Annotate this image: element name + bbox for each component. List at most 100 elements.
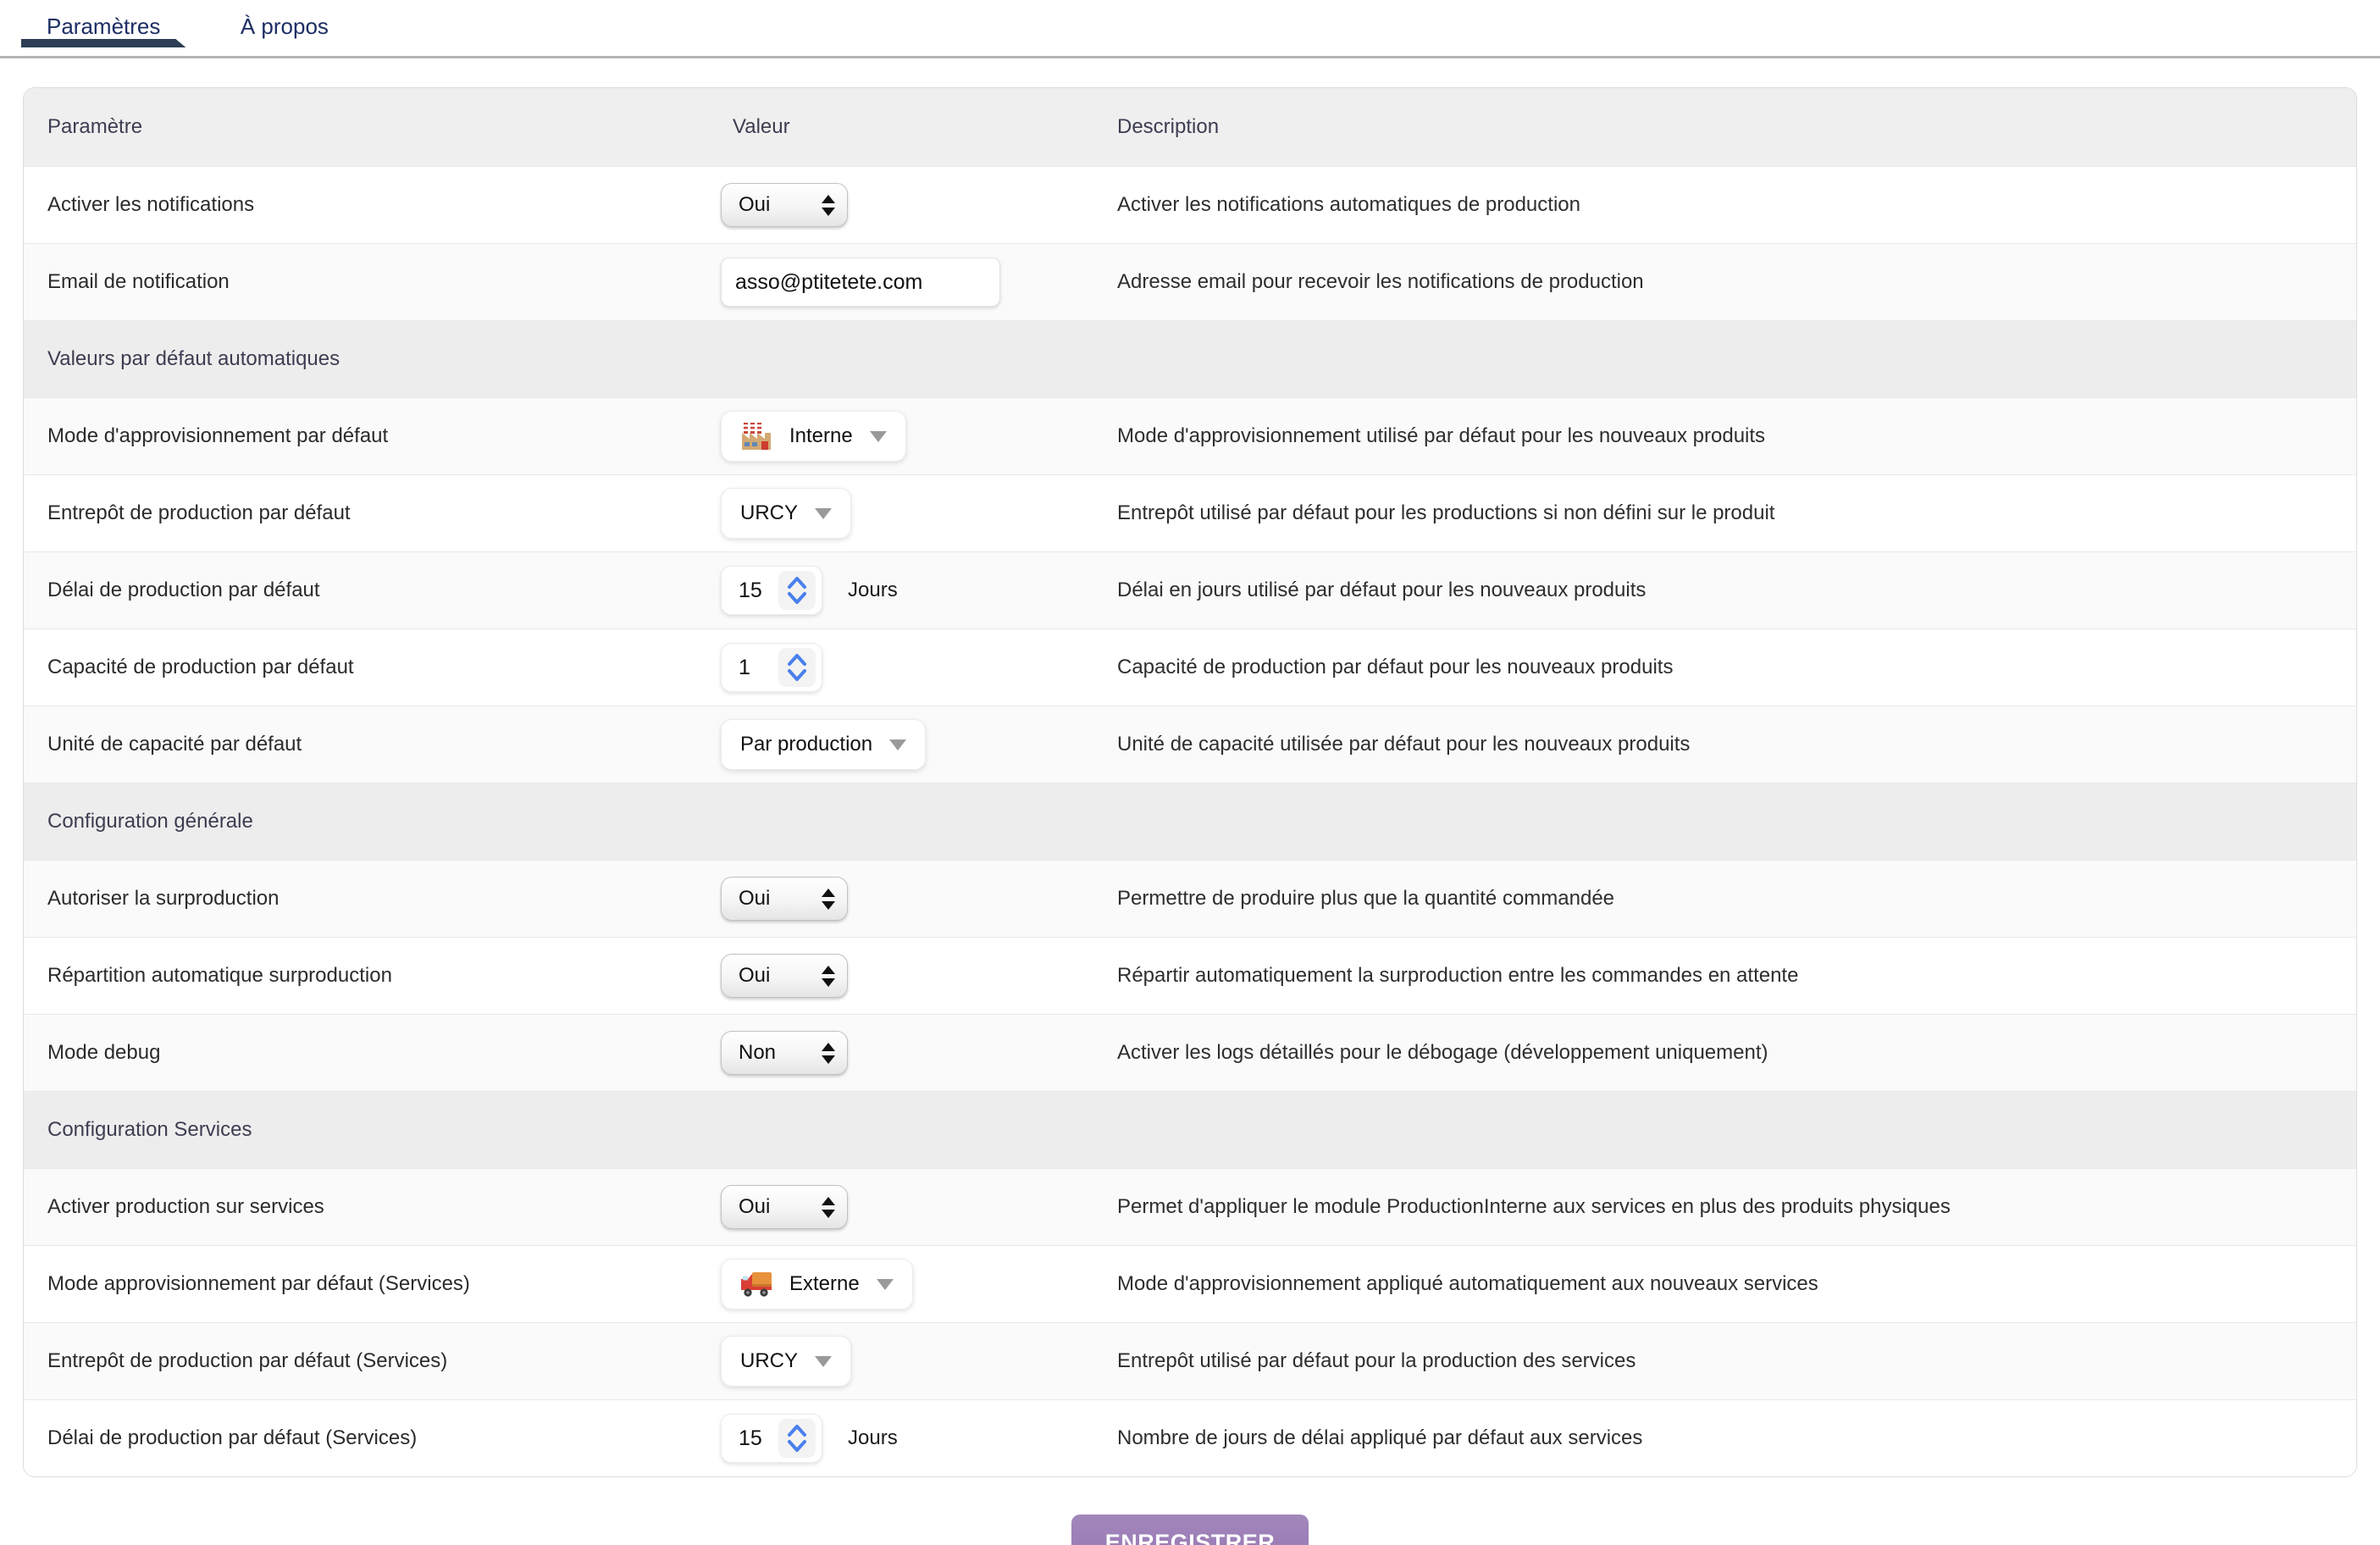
param-description: Activer les logs détaillés pour le débog… bbox=[1093, 1041, 2356, 1065]
select-value: Oui bbox=[739, 1195, 770, 1219]
param-label: Mode approvisionnement par défaut (Servi… bbox=[24, 1272, 709, 1296]
value-number-input[interactable]: 15 bbox=[721, 566, 822, 615]
tab-bar: Paramètres À propos bbox=[0, 0, 2380, 58]
table-row: Entrepôt de production par défaut URCY Ent… bbox=[24, 474, 2356, 551]
chevron-down-icon bbox=[870, 431, 887, 442]
param-description: Mode d'approvisionnement utilisé par déf… bbox=[1093, 424, 2356, 448]
section-title: Configuration générale bbox=[24, 810, 2356, 833]
section-row: Configuration Services bbox=[24, 1091, 2356, 1168]
table-header-row: Paramètre Valeur Description bbox=[24, 88, 2356, 166]
param-label: Entrepôt de production par défaut (Servi… bbox=[24, 1349, 709, 1373]
section-row: Configuration générale bbox=[24, 783, 2356, 860]
email-input[interactable] bbox=[721, 258, 1000, 307]
number-value: 15 bbox=[739, 579, 762, 603]
param-value-cell: Interne bbox=[709, 411, 1093, 462]
value-select[interactable]: Oui bbox=[721, 877, 848, 921]
select-value: Non bbox=[739, 1041, 776, 1065]
param-description: Délai en jours utilisé par défaut pour l… bbox=[1093, 579, 2356, 602]
param-value-cell: 1 bbox=[709, 643, 1093, 692]
param-description: Mode d'approvisionnement appliqué automa… bbox=[1093, 1272, 2356, 1296]
param-value-cell bbox=[709, 258, 1093, 307]
param-value-cell: Oui bbox=[709, 183, 1093, 227]
dropdown-value: URCY bbox=[740, 1349, 798, 1373]
chevron-down-icon bbox=[877, 1279, 894, 1290]
param-label: Mode debug bbox=[24, 1041, 709, 1065]
table-row: Email de notificationAdresse email pour … bbox=[24, 243, 2356, 320]
param-value-cell: 15Jours bbox=[709, 1414, 1093, 1463]
section-row: Valeurs par défaut automatiques bbox=[24, 320, 2356, 397]
truck-icon bbox=[740, 1271, 772, 1298]
save-button[interactable]: ENREGISTRER bbox=[1071, 1515, 1309, 1545]
number-value: 15 bbox=[739, 1426, 762, 1451]
tab-parametres[interactable]: Paramètres bbox=[21, 0, 185, 45]
value-dropdown[interactable]: URCY bbox=[721, 1336, 851, 1387]
value-select[interactable]: Oui bbox=[721, 1185, 848, 1229]
chevron-down-icon bbox=[889, 739, 906, 750]
value-dropdown[interactable]: URCY bbox=[721, 488, 851, 539]
param-label: Entrepôt de production par défaut bbox=[24, 501, 709, 525]
param-description: Entrepôt utilisé par défaut pour les pro… bbox=[1093, 501, 2356, 525]
table-row: Mode approvisionnement par défaut (Servi… bbox=[24, 1245, 2356, 1322]
section-title: Configuration Services bbox=[24, 1118, 2356, 1142]
value-number-input[interactable]: 1 bbox=[721, 643, 822, 692]
value-select[interactable]: Oui bbox=[721, 183, 848, 227]
button-row: ENREGISTRER bbox=[0, 1515, 2380, 1545]
param-label: Unité de capacité par défaut bbox=[24, 733, 709, 756]
tab-a-propos[interactable]: À propos bbox=[215, 0, 354, 45]
unit-label: Jours bbox=[848, 579, 898, 602]
param-description: Capacité de production par défaut pour l… bbox=[1093, 656, 2356, 679]
table-row: Mode d'approvisionnement par défaut Inter… bbox=[24, 397, 2356, 474]
param-label: Activer production sur services bbox=[24, 1195, 709, 1219]
param-value-cell: URCY bbox=[709, 488, 1093, 539]
param-value-cell: Oui bbox=[709, 1185, 1093, 1229]
select-updown-icon bbox=[822, 889, 835, 910]
number-value: 1 bbox=[739, 656, 750, 680]
column-header-valeur: Valeur bbox=[709, 115, 1093, 139]
settings-table: Paramètre Valeur Description Activer les… bbox=[23, 87, 2357, 1477]
param-description: Activer les notifications automatiques d… bbox=[1093, 193, 2356, 217]
param-label: Délai de production par défaut bbox=[24, 579, 709, 602]
column-header-description: Description bbox=[1093, 115, 2356, 139]
stepper-icon[interactable] bbox=[778, 571, 816, 610]
stepper-icon[interactable] bbox=[778, 648, 816, 687]
param-description: Entrepôt utilisé par défaut pour la prod… bbox=[1093, 1349, 2356, 1373]
table-row: Entrepôt de production par défaut (Servi… bbox=[24, 1322, 2356, 1399]
chevron-down-icon bbox=[815, 1356, 832, 1367]
column-header-parametre: Paramètre bbox=[24, 115, 709, 139]
param-value-cell: URCY bbox=[709, 1336, 1093, 1387]
value-dropdown[interactable]: Externe bbox=[721, 1259, 913, 1310]
param-value-cell: Non bbox=[709, 1031, 1093, 1075]
value-number-input[interactable]: 15 bbox=[721, 1414, 822, 1463]
stepper-icon[interactable] bbox=[778, 1419, 816, 1458]
value-select[interactable]: Non bbox=[721, 1031, 848, 1075]
param-description: Nombre de jours de délai appliqué par dé… bbox=[1093, 1426, 2356, 1450]
dropdown-value: Externe bbox=[789, 1272, 860, 1296]
table-row: Délai de production par défaut (Services… bbox=[24, 1399, 2356, 1476]
table-row: Autoriser la surproductionOuiPermettre d… bbox=[24, 860, 2356, 937]
select-updown-icon bbox=[822, 1197, 835, 1218]
param-description: Permettre de produire plus que la quanti… bbox=[1093, 887, 2356, 911]
param-label: Capacité de production par défaut bbox=[24, 656, 709, 679]
chevron-down-icon bbox=[815, 508, 832, 519]
table-row: Unité de capacité par défaut Par producti… bbox=[24, 706, 2356, 783]
param-description: Adresse email pour recevoir les notifica… bbox=[1093, 270, 2356, 294]
param-label: Activer les notifications bbox=[24, 193, 709, 217]
table-row: Activer les notifications Oui Activer les … bbox=[24, 166, 2356, 243]
select-value: Oui bbox=[739, 193, 770, 217]
table-row: Capacité de production par défaut 1 Capaci… bbox=[24, 629, 2356, 706]
table-row: Répartition automatique surproduction Oui… bbox=[24, 937, 2356, 1014]
param-label: Mode d'approvisionnement par défaut bbox=[24, 424, 709, 448]
param-label: Répartition automatique surproduction bbox=[24, 964, 709, 988]
param-label: Délai de production par défaut (Services… bbox=[24, 1426, 709, 1450]
table-body: Activer les notifications Oui Activer les … bbox=[24, 166, 2356, 1476]
param-description: Unité de capacité utilisée par défaut po… bbox=[1093, 733, 2356, 756]
param-value-cell: Oui bbox=[709, 877, 1093, 921]
dropdown-value: Par production bbox=[740, 733, 872, 756]
value-dropdown[interactable]: Par production bbox=[721, 719, 926, 770]
value-select[interactable]: Oui bbox=[721, 954, 848, 998]
value-dropdown[interactable]: Interne bbox=[721, 411, 906, 462]
select-updown-icon bbox=[822, 1043, 835, 1064]
param-value-cell: Oui bbox=[709, 954, 1093, 998]
factory-icon bbox=[740, 422, 772, 451]
param-value-cell: Externe bbox=[709, 1259, 1093, 1310]
